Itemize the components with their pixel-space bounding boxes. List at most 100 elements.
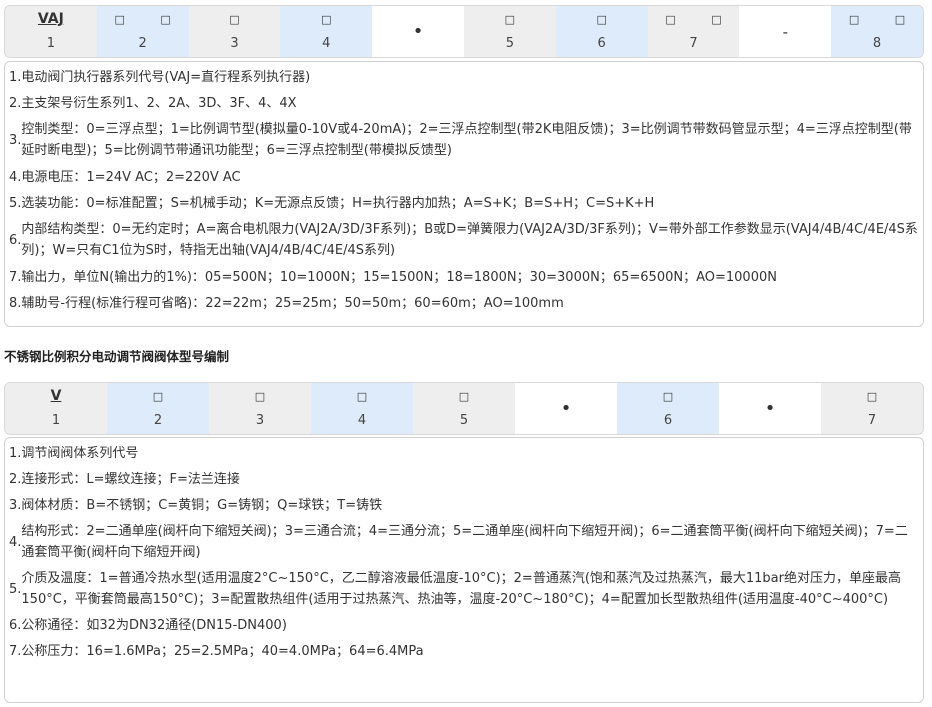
description-row: 3. 阀体材质：B=不锈钢；C=黄铜；G=铸钢；Q=球铁；T=铸铁 (9, 492, 919, 518)
description-row: 6. 公称通径：如32为DN32通径(DN15-DN400) (9, 612, 919, 638)
row-number: 4. (9, 169, 22, 185)
position-number: 6 (597, 36, 606, 51)
row-text: 调节阀阀体系列代号 (21, 445, 139, 461)
row-text: 结构形式：2=二通单座(阀杆向下缩短关阀)；3=三通合流；4=三通分流；5=二通… (21, 524, 908, 560)
position-number: 1 (46, 36, 56, 51)
valve-code-cell: □ 6 (617, 383, 719, 434)
description-row: 7. 输出力，单位N(输出力的1%)：05=500N；10=1000N；15=15… (9, 264, 919, 290)
code-placeholder: □ (821, 383, 923, 409)
row-text: 电动阀门执行器系列代号(VAJ=直行程系列执行器) (21, 69, 311, 85)
row-number: 4. (9, 534, 22, 550)
description-row: 5. 选装功能：0=标准配置；S=机械手动；K=无源点反馈；H=执行器内加热；A=… (9, 190, 919, 216)
code-placeholder: □ □ (97, 6, 189, 32)
section-title: 不锈钢比例积分电动调节阀阀体型号编制 (4, 349, 230, 364)
actuator-code-cell: □ □ 2 (96, 6, 189, 57)
valve-code-cell: • (719, 383, 821, 434)
row-text: 输出力，单位N(输出力的1%)：05=500N；10=1000N；15=1500… (21, 269, 777, 285)
code-placeholder: □ (209, 383, 311, 409)
valve-code-cell: □ 5 (413, 383, 515, 434)
position-number: 4 (357, 413, 367, 428)
code-placeholder: □ (280, 6, 372, 32)
separator-symbol: • (764, 398, 776, 419)
code-placeholder: □ (464, 6, 556, 32)
row-number: 3. (9, 497, 22, 513)
valve-code-cell: • (515, 383, 617, 434)
separator-symbol: • (560, 398, 572, 419)
position-number: 4 (322, 36, 331, 51)
position-number: 2 (138, 36, 147, 51)
code-placeholder: □ (189, 6, 281, 32)
position-number: 8 (872, 36, 882, 51)
valve-code-cell: □ 3 (209, 383, 311, 434)
actuator-code-cell: VAJ 1 (5, 6, 97, 57)
code-placeholder: □ □ (648, 6, 740, 32)
valve-code-grid: V 1 □ 2 □ 3 □ 4 □ 5 • □ 6 • □ 7 (4, 382, 924, 435)
row-text: 公称通径：如32为DN32通径(DN15-DN400) (21, 617, 287, 633)
description-row: 2. 连接形式：L=螺纹连接；F=法兰连接 (9, 466, 919, 492)
code-placeholder: VAJ (5, 6, 97, 32)
actuator-code-cell: - (739, 6, 832, 57)
position-number: 3 (230, 36, 239, 51)
code-placeholder: □ (311, 383, 413, 409)
valve-description-box: 1. 调节阀阀体系列代号 2. 连接形式：L=螺纹连接；F=法兰连接 3. 阀体材质：B=… (4, 437, 924, 703)
row-text: 主支架号衍生系列1、2、2A、3D、3F、4、4X (21, 95, 297, 111)
placeholder-box: □ (152, 389, 164, 403)
position-number: 7 (867, 413, 877, 428)
row-number: 7. (9, 643, 22, 659)
row-text: 阀体材质：B=不锈钢；C=黄铜；G=铸钢；Q=球铁；T=铸铁 (21, 497, 383, 513)
row-number: 1. (9, 69, 22, 85)
valve-code-cell: □ 2 (107, 383, 209, 434)
actuator-code-cell: □ 4 (280, 6, 373, 57)
series-code: V (50, 388, 62, 404)
position-number: 6 (663, 413, 673, 428)
row-text: 内部结构类型：0=无约定时；A=离合电机限力(VAJ2A/3D/3F系列)；B或… (21, 222, 918, 258)
position-number: 1 (51, 413, 61, 428)
actuator-code-cell: □ 3 (188, 6, 281, 57)
placeholder-box: □ (866, 389, 878, 403)
description-row: 1. 电动阀门执行器系列代号(VAJ=直行程系列执行器) (9, 64, 919, 90)
actuator-code-cell: □ □ 7 (647, 6, 740, 57)
placeholder-box: □ (229, 12, 240, 26)
placeholder-box: □ (711, 12, 722, 26)
description-row: 1. 调节阀阀体系列代号 (9, 440, 919, 466)
row-number: 6. (9, 617, 22, 633)
code-placeholder: □ □ (831, 6, 923, 32)
row-number: 5. (9, 581, 22, 597)
actuator-code-cell: □ □ 8 (831, 6, 923, 57)
row-text: 介质及温度：1=普通冷热水型(适用温度2°C~150°C，乙二醇溶液最低温度-1… (21, 571, 901, 607)
row-text: 电源电压：1=24V AC；2=220V AC (21, 169, 241, 185)
actuator-code-grid: VAJ 1 □ □ 2 □ 3 □ 4 • □ 5 □ 6 □ □ 7- □ □ 8 (4, 5, 924, 58)
placeholder-box: □ (114, 12, 125, 26)
placeholder-box: □ (665, 12, 676, 26)
placeholder-box: □ (894, 12, 906, 26)
code-placeholder: □ (556, 6, 648, 32)
actuator-code-cell: • (372, 6, 464, 57)
series-code: VAJ (37, 11, 64, 27)
row-text: 公称压力：16=1.6MPa；25=2.5MPa；40=4.0MPa；64=6.… (21, 643, 424, 659)
row-number: 6. (9, 232, 22, 248)
position-number: 7 (689, 36, 698, 51)
separator-symbol: - (782, 22, 788, 41)
placeholder-box: □ (662, 389, 674, 403)
description-row: 5. 介质及温度：1=普通冷热水型(适用温度2°C~150°C，乙二醇溶液最低温度… (9, 566, 919, 612)
placeholder-box: □ (504, 12, 516, 26)
valve-code-cell: V1 (5, 383, 107, 434)
row-text: 选装功能：0=标准配置；S=机械手动；K=无源点反馈；H=执行器内加热；A=S+… (21, 195, 655, 211)
description-row: 6. 内部结构类型：0=无约定时；A=离合电机限力(VAJ2A/3D/3F系列)；… (9, 216, 919, 264)
row-number: 2. (9, 95, 22, 111)
row-number: 3. (9, 132, 22, 148)
position-number: 3 (255, 413, 265, 428)
row-number: 1. (9, 445, 22, 461)
placeholder-box: □ (356, 389, 368, 403)
placeholder-box: □ (596, 12, 607, 26)
placeholder-box: □ (321, 12, 332, 26)
row-number: 7. (9, 269, 22, 285)
description-row: 4. 电源电压：1=24V AC；2=220V AC (9, 164, 919, 190)
position-number: 2 (153, 413, 163, 428)
valve-code-cell: □ 4 (311, 383, 413, 434)
row-text: 连接形式：L=螺纹连接；F=法兰连接 (21, 471, 240, 487)
actuator-code-cell: □ 6 (555, 6, 648, 57)
separator-symbol: • (412, 21, 424, 42)
position-number: 5 (459, 413, 469, 428)
placeholder-box: □ (458, 389, 470, 403)
